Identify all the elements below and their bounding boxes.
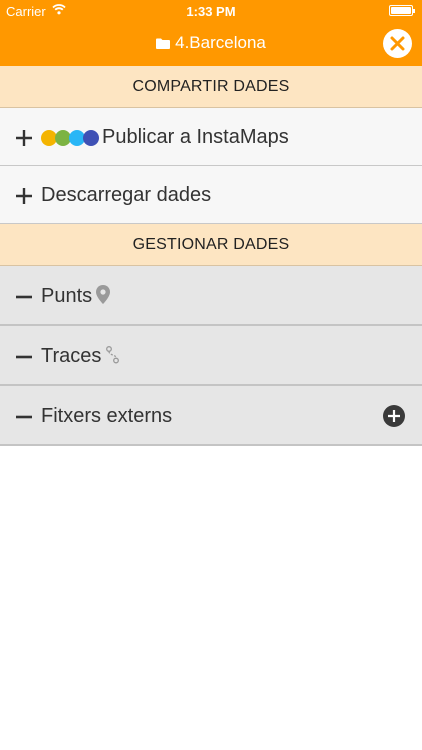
- traces-row[interactable]: Traces: [0, 326, 422, 386]
- plus-icon: [14, 108, 34, 166]
- route-icon: [106, 346, 120, 364]
- page-title-text: 4.Barcelona: [175, 33, 266, 52]
- add-circle-icon[interactable]: [382, 404, 406, 428]
- download-data-label: Descarregar dades: [41, 184, 212, 206]
- section-header-share: COMPARTIR DADES: [0, 66, 422, 108]
- plus-icon: [14, 166, 34, 224]
- traces-label: Traces: [41, 326, 121, 386]
- close-button[interactable]: [383, 29, 412, 58]
- external-files-row[interactable]: Fitxers externs: [0, 386, 422, 446]
- download-data-row[interactable]: Descarregar dades: [0, 166, 422, 224]
- traces-text: Traces: [41, 345, 102, 367]
- status-time: 1:33 PM: [186, 4, 236, 19]
- folder-icon: [156, 38, 171, 49]
- close-icon: [390, 36, 405, 51]
- points-row[interactable]: Punts: [0, 266, 422, 326]
- publish-instamaps-text: Publicar a InstaMaps: [102, 126, 289, 148]
- minus-icon: [14, 386, 34, 446]
- top-bar: Carrier 1:33 PM 4.Barcelona: [0, 0, 422, 66]
- page-title: 4.Barcelona: [0, 31, 422, 55]
- map-pin-icon: [96, 285, 111, 304]
- publish-instamaps-label: Publicar a InstaMaps: [41, 108, 289, 169]
- instamaps-logo-icon: [41, 111, 99, 169]
- status-bar: Carrier 1:33 PM: [0, 0, 422, 22]
- minus-icon: [14, 326, 34, 386]
- points-text: Punts: [41, 285, 93, 307]
- external-files-label: Fitxers externs: [41, 405, 173, 427]
- minus-icon: [14, 266, 34, 326]
- points-label: Punts: [41, 266, 111, 326]
- section-header-manage: GESTIONAR DADES: [0, 224, 422, 266]
- battery-icon: [389, 5, 415, 16]
- publish-instamaps-row[interactable]: Publicar a InstaMaps: [0, 108, 422, 166]
